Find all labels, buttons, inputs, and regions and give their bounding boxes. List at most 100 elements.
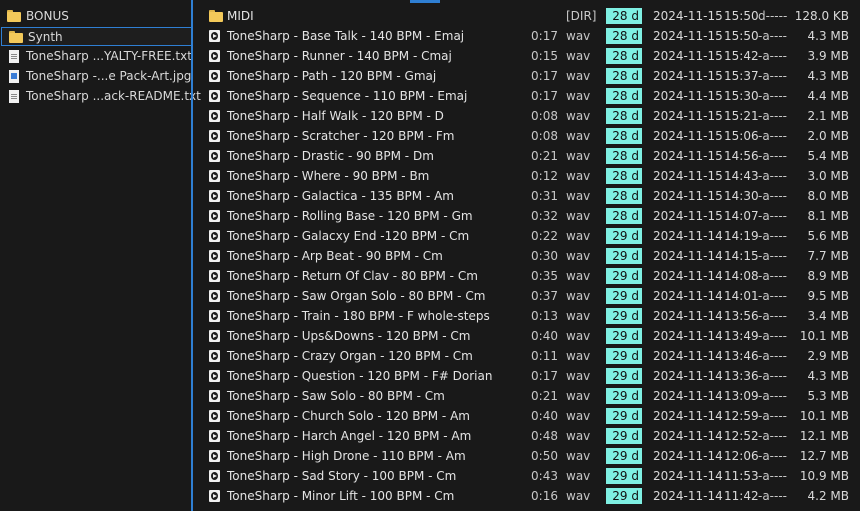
file-age-badge: 29 d [606,428,642,444]
tree-folder-item[interactable]: Synth [1,27,192,46]
file-time: 14:07 [724,209,759,223]
file-date: 2024-11-15 [653,129,723,143]
file-type: wav [566,169,591,183]
file-row[interactable]: ToneSharp - Galacxy End -120 BPM - Cm 0:2… [193,226,860,246]
file-row[interactable]: ToneSharp - Crazy Organ - 120 BPM - Cm 0:… [193,346,860,366]
file-size: 8.9 MB [807,269,849,283]
file-row[interactable]: ToneSharp - Church Solo - 120 BPM - Am 0:… [193,406,860,426]
tree-file-item[interactable]: ToneSharp ...ack-README.txt [0,86,201,106]
file-size: 4.4 MB [807,89,849,103]
file-attributes: -a---- [758,469,788,483]
file-age-badge: 28 d [606,108,642,124]
audio-file-icon [209,430,220,442]
file-date: 2024-11-15 [653,9,723,23]
file-time: 14:56 [724,149,759,163]
file-date: 2024-11-14 [653,249,723,263]
file-row[interactable]: ToneSharp - Train - 180 BPM - F whole-st… [193,306,860,326]
file-row[interactable]: ToneSharp - Drastic - 90 BPM - Dm 0:21 wav… [193,146,860,166]
file-attributes: -a---- [758,69,788,83]
tree-item-label: ToneSharp ...ack-README.txt [26,89,201,103]
file-name: ToneSharp - Saw Solo - 80 BPM - Cm [227,389,445,403]
file-type: wav [566,349,591,363]
file-row[interactable]: ToneSharp - High Drone - 110 BPM - Am 0:5… [193,446,860,466]
file-row[interactable]: ToneSharp - Sequence - 110 BPM - Emaj 0:1… [193,86,860,106]
file-time: 15:50 [724,29,759,43]
file-name: ToneSharp - Where - 90 BPM - Bm [227,169,430,183]
file-size: 9.5 MB [807,289,849,303]
file-name: ToneSharp - Scratcher - 120 BPM - Fm [227,129,455,143]
file-duration: 0:17 [531,69,558,83]
file-row[interactable]: ToneSharp - Runner - 140 BPM - Cmaj 0:15 w… [193,46,860,66]
folder-tree-pane: BONUS Synth ToneSharp ...YALTY-FREE.txt Ton… [0,0,201,511]
file-row[interactable]: ToneSharp - Path - 120 BPM - Gmaj 0:17 wav… [193,66,860,86]
file-size: 7.7 MB [807,249,849,263]
file-row[interactable]: ToneSharp - Where - 90 BPM - Bm 0:12 wav 28… [193,166,860,186]
file-size: 3.9 MB [807,49,849,63]
file-row[interactable]: ToneSharp - Return Of Clav - 80 BPM - Cm… [193,266,860,286]
tree-folder-item[interactable]: BONUS [0,6,193,26]
file-size: 2.0 MB [807,129,849,143]
audio-file-icon [209,390,220,402]
file-date: 2024-11-14 [653,469,723,483]
file-age-badge: 29 d [606,228,642,244]
file-time: 15:30 [724,89,759,103]
file-name: ToneSharp - Runner - 140 BPM - Cmaj [227,49,452,63]
file-attributes: -a---- [758,229,788,243]
tree-file-item[interactable]: ToneSharp ...YALTY-FREE.txt [0,46,193,66]
file-attributes: -a---- [758,409,788,423]
file-attributes: -a---- [758,89,788,103]
file-time: 13:09 [724,389,759,403]
audio-file-icon [209,470,220,482]
file-row[interactable]: ToneSharp - Harch Angel - 120 BPM - Am 0:… [193,426,860,446]
file-size: 8.0 MB [807,189,849,203]
file-row[interactable]: ToneSharp - Sad Story - 100 BPM - Cm 0:43… [193,466,860,486]
file-row[interactable]: ToneSharp - Rolling Base - 120 BPM - Gm 0… [193,206,860,226]
file-row[interactable]: ToneSharp - Minor Lift - 100 BPM - Cm 0:1… [193,486,860,506]
file-duration: 0:17 [531,29,558,43]
file-name: ToneSharp - Train - 180 BPM - F whole-st… [227,309,490,323]
file-duration: 0:17 [531,369,558,383]
file-age-badge: 29 d [606,368,642,384]
file-duration: 0:35 [531,269,558,283]
file-row[interactable]: ToneSharp - Galactica - 135 BPM - Am 0:31… [193,186,860,206]
file-time: 14:08 [724,269,759,283]
file-type: wav [566,89,591,103]
file-row[interactable]: ToneSharp - Scratcher - 120 BPM - Fm 0:08… [193,126,860,146]
file-attributes: d----- [758,9,788,23]
file-duration: 0:30 [531,249,558,263]
file-duration: 0:40 [531,409,558,423]
file-row[interactable]: MIDI [DIR] 28 d 2024-11-15 15:50 d----- 128.0 … [193,6,860,26]
file-row[interactable]: ToneSharp - Ups&Downs - 120 BPM - Cm 0:40… [193,326,860,346]
audio-file-icon [209,350,220,362]
file-row[interactable]: ToneSharp - Question - 120 BPM - F# Dori… [193,366,860,386]
audio-file-icon [209,410,220,422]
file-type: wav [566,329,591,343]
file-time: 15:21 [724,109,759,123]
file-duration: 0:17 [531,89,558,103]
file-type: wav [566,309,591,323]
file-time: 12:52 [724,429,759,443]
file-date: 2024-11-15 [653,109,723,123]
file-row[interactable]: ToneSharp - Arp Beat - 90 BPM - Cm 0:30 wa… [193,246,860,266]
file-age-badge: 28 d [606,28,642,44]
file-duration: 0:43 [531,469,558,483]
audio-file-icon [209,90,220,102]
file-size: 5.6 MB [807,229,849,243]
file-duration: 0:08 [531,109,558,123]
file-row[interactable]: ToneSharp - Saw Solo - 80 BPM - Cm 0:21 wa… [193,386,860,406]
file-row[interactable]: ToneSharp - Saw Organ Solo - 80 BPM - Cm… [193,286,860,306]
file-age-badge: 28 d [606,48,642,64]
file-name: ToneSharp - Arp Beat - 90 BPM - Cm [227,249,443,263]
audio-file-icon [209,270,220,282]
tree-item-label: Synth [28,29,63,44]
audio-file-icon [209,50,220,62]
file-time: 14:30 [724,189,759,203]
file-size: 12.7 MB [799,449,849,463]
file-date: 2024-11-15 [653,149,723,163]
tree-item-label: ToneSharp -...e Pack-Art.jpg [26,69,192,83]
tree-file-item[interactable]: ToneSharp -...e Pack-Art.jpg [0,66,193,86]
file-type: wav [566,149,591,163]
file-row[interactable]: ToneSharp - Base Talk - 140 BPM - Emaj 0:… [193,26,860,46]
file-date: 2024-11-14 [653,489,723,503]
file-row[interactable]: ToneSharp - Half Walk - 120 BPM - D 0:08 w… [193,106,860,126]
